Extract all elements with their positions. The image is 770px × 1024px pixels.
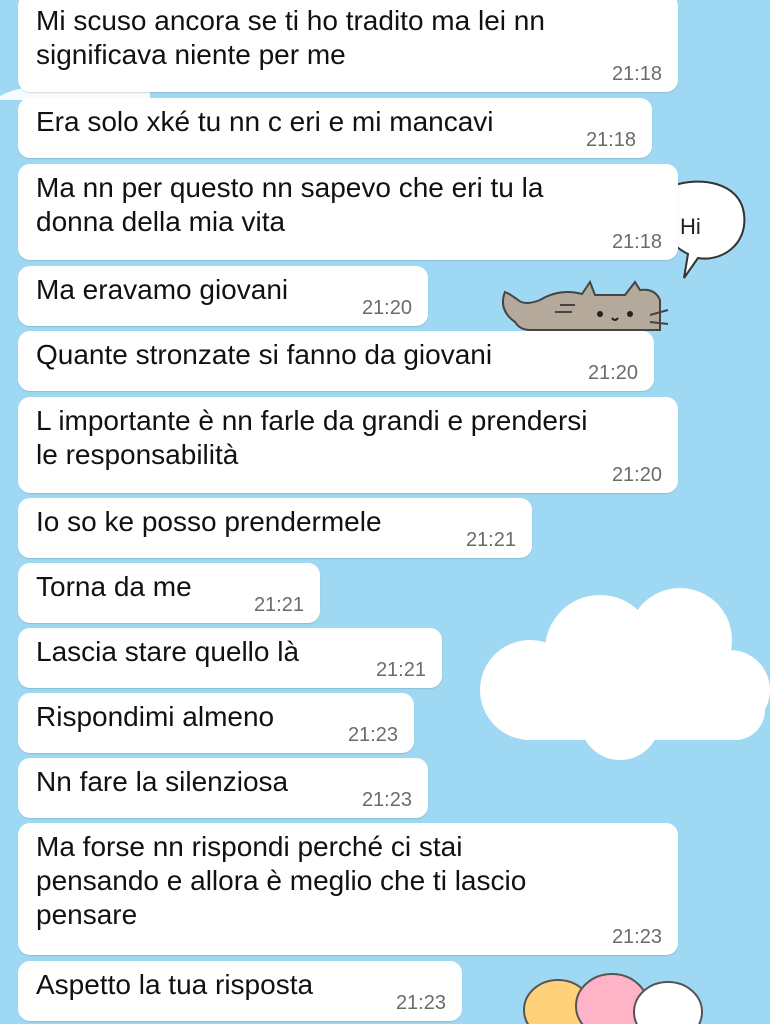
message-timestamp: 21:23 (361, 789, 412, 811)
message-bubble[interactable]: Mi scuso ancora se ti ho tradito ma lei … (18, 0, 678, 92)
message-text: Aspetto la tua risposta (36, 969, 314, 1000)
message-text: Torna da me (36, 571, 192, 602)
message-text: L importante è nn farle da grandi e pren… (36, 405, 588, 470)
message-list[interactable]: Mi scuso ancora se ti ho tradito ma lei … (0, 0, 770, 1024)
message-timestamp: 21:21 (465, 529, 516, 551)
message-bubble[interactable]: Lascia stare quello là 21:21 (18, 628, 442, 688)
message-timestamp: 21:21 (375, 659, 426, 681)
message-text: Lascia stare quello là (36, 636, 300, 667)
message-bubble[interactable]: Nn fare la silenziosa 21:23 (18, 758, 428, 818)
message-timestamp: 21:23 (347, 724, 398, 746)
message-timestamp: 21:21 (253, 594, 304, 616)
message-timestamp: 21:20 (611, 464, 662, 486)
message-timestamp: 21:23 (611, 926, 662, 948)
message-timestamp: 21:18 (611, 63, 662, 85)
message-bubble[interactable]: Ma forse nn rispondi perché ci stai pens… (18, 823, 678, 955)
message-bubble[interactable]: Aspetto la tua risposta 21:23 (18, 961, 462, 1021)
message-timestamp: 21:20 (361, 297, 412, 319)
message-text: Ma nn per questo nn sapevo che eri tu la… (36, 172, 544, 237)
message-text: Nn fare la silenziosa (36, 766, 289, 797)
message-text: Rispondimi almeno (36, 701, 275, 732)
message-bubble[interactable]: Quante stronzate si fanno da giovani 21:… (18, 331, 654, 391)
message-bubble[interactable]: Ma nn per questo nn sapevo che eri tu la… (18, 164, 678, 260)
message-timestamp: 21:20 (587, 362, 638, 384)
message-text: Quante stronzate si fanno da giovani (36, 339, 493, 370)
message-bubble[interactable]: Ma eravamo giovani 21:20 (18, 266, 428, 326)
message-timestamp: 21:18 (611, 231, 662, 253)
message-text: Ma forse nn rispondi perché ci stai pens… (36, 831, 527, 930)
message-timestamp: 21:23 (395, 992, 446, 1014)
message-bubble[interactable]: Era solo xké tu nn c eri e mi mancavi 21… (18, 98, 652, 158)
message-bubble[interactable]: Torna da me 21:21 (18, 563, 320, 623)
message-bubble[interactable]: Io so ke posso prendermele 21:21 (18, 498, 532, 558)
message-text: Mi scuso ancora se ti ho tradito ma lei … (36, 5, 545, 70)
message-text: Ma eravamo giovani (36, 274, 289, 305)
message-text: Era solo xké tu nn c eri e mi mancavi (36, 106, 494, 137)
message-timestamp: 21:18 (585, 129, 636, 151)
message-bubble[interactable]: L importante è nn farle da grandi e pren… (18, 397, 678, 493)
message-bubble[interactable]: Rispondimi almeno 21:23 (18, 693, 414, 753)
message-text: Io so ke posso prendermele (36, 506, 382, 537)
